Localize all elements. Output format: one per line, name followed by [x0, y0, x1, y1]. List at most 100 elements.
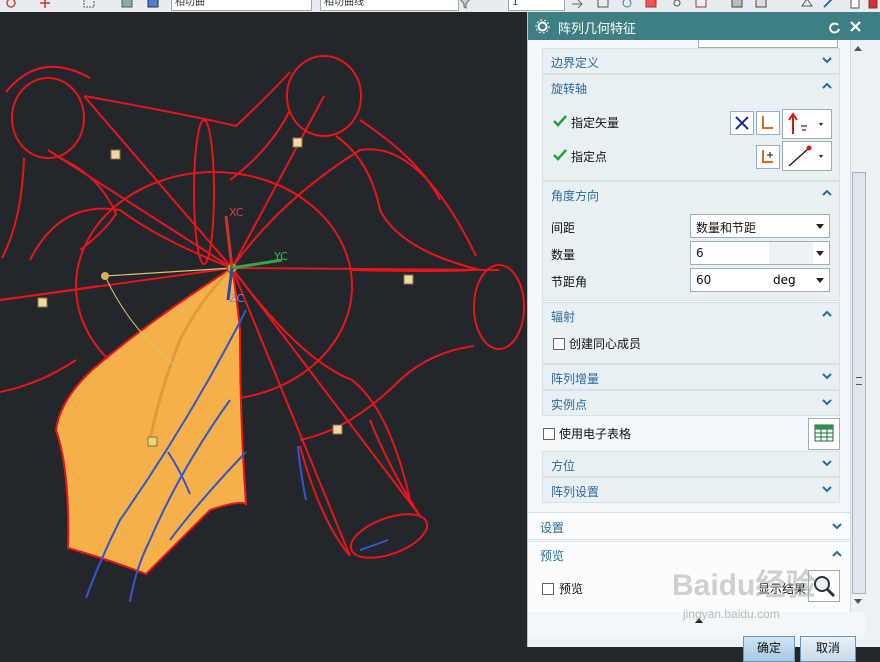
link-icon[interactable]: [670, 0, 684, 9]
spreadsheet-label: 使用电子表格: [559, 427, 632, 441]
top-toolbar: 相切曲 相切曲线 1: [0, 0, 880, 12]
section-label-boundary: 边界定义: [551, 56, 600, 70]
pattern-geometry-dialog: 阵列几何特征 边界定义 旋转轴 指定矢量 指定点 角度方向 间距 数量和节距 数…: [527, 12, 880, 662]
section-label-instance-points: 实例点: [551, 398, 588, 412]
section-label-radiate: 辐射: [551, 310, 576, 324]
spreadsheet-button[interactable]: [808, 418, 840, 450]
scroll-up-icon[interactable]: [853, 44, 863, 52]
chevron-up-icon[interactable]: [821, 308, 833, 320]
instance-points-section[interactable]: 实例点: [542, 390, 840, 416]
instance-marker[interactable]: [37, 297, 48, 308]
orientation-section[interactable]: 方位: [542, 451, 840, 477]
spreadsheet-icon: [814, 424, 834, 442]
close-icon[interactable]: [849, 20, 862, 33]
instance-marker[interactable]: [110, 149, 121, 160]
point-dialog-icon: [762, 150, 773, 163]
gear-icon: [535, 19, 550, 34]
table-icon[interactable]: [694, 0, 708, 9]
reset-icon[interactable]: [828, 21, 841, 34]
preview-checkbox[interactable]: [542, 583, 554, 595]
reverse-direction-button[interactable]: [730, 111, 754, 135]
solid-cube-icon[interactable]: [146, 0, 160, 9]
doc-icon[interactable]: [848, 0, 862, 9]
select-icon[interactable]: [596, 0, 610, 9]
spreadsheet-checkbox[interactable]: [543, 428, 555, 440]
instance-marker[interactable]: [292, 137, 303, 148]
specify-vector-label: 指定矢量: [571, 116, 620, 130]
export-icon[interactable]: [866, 0, 880, 9]
pitch-angle-label: 节距角: [551, 275, 588, 289]
cancel-button[interactable]: 取消: [800, 636, 856, 662]
watermark-url: jingyan.baidu.com: [683, 607, 780, 621]
grid-icon[interactable]: [82, 0, 96, 9]
point-line-icon: [788, 145, 823, 167]
instance-marker[interactable]: [147, 436, 158, 447]
rotation-axis-section: 旋转轴 指定矢量 指定点: [542, 74, 840, 181]
section-label-array-settings: 阵列设置: [551, 485, 600, 499]
model-canvas[interactable]: XC YC ZC: [0, 12, 527, 647]
array-settings-section[interactable]: 阵列设置: [542, 477, 840, 503]
box-icon[interactable]: [730, 0, 744, 9]
arrow-icon[interactable]: [570, 0, 584, 9]
chevron-down-icon[interactable]: [821, 457, 833, 469]
spacing-label: 间距: [551, 221, 576, 235]
spacing-value: 数量和节距: [696, 221, 757, 235]
blade-face[interactable]: [54, 266, 248, 576]
scroll-thumb[interactable]: [852, 172, 866, 594]
filter-icon[interactable]: [458, 0, 472, 9]
vector-type-dropdown[interactable]: [782, 109, 832, 139]
section-label-rotation-axis: 旋转轴: [551, 82, 588, 96]
settings-section[interactable]: 设置: [528, 512, 865, 540]
chevron-down-icon[interactable]: [821, 396, 833, 408]
dialog-scrollbar[interactable]: [850, 40, 866, 612]
section-label-settings: 设置: [540, 521, 565, 535]
count-dropdown[interactable]: 1: [508, 0, 565, 11]
point-type-dropdown[interactable]: [782, 141, 832, 171]
spacing-select[interactable]: 数量和节距: [690, 214, 830, 238]
graphics-viewport[interactable]: XC YC ZC: [0, 12, 527, 647]
ok-button[interactable]: 确定: [743, 636, 795, 662]
chevron-up-icon[interactable]: [821, 80, 833, 92]
curve-type-value: 相切曲线: [324, 0, 364, 8]
chevron-down-icon[interactable]: [831, 520, 843, 532]
section-label-angle-direction: 角度方向: [551, 189, 600, 203]
chevron-down-icon: [816, 251, 824, 256]
curve-type-dropdown[interactable]: 相切曲线: [320, 0, 459, 11]
watermark-brand: Baidu经验: [672, 569, 816, 602]
chevron-down-icon[interactable]: [821, 483, 833, 495]
vector-arrow-icon: [788, 112, 823, 134]
dialog-body: 边界定义 旋转轴 指定矢量 指定点 角度方向 间距 数量和节距 数量 6 节距角…: [528, 40, 865, 637]
pen-icon[interactable]: [822, 0, 836, 9]
snap-icon[interactable]: [4, 0, 18, 9]
boundary-section[interactable]: 边界定义: [542, 48, 840, 74]
concentric-checkbox[interactable]: [553, 338, 565, 350]
layer-icon[interactable]: [800, 0, 814, 9]
shape-icon[interactable]: [754, 0, 768, 9]
chevron-up-icon[interactable]: [821, 187, 833, 199]
vector-dialog-button[interactable]: [756, 111, 780, 135]
partial-field[interactable]: [698, 40, 838, 48]
chevron-up-icon[interactable]: [831, 548, 843, 560]
curve-rule-dropdown[interactable]: 相切曲: [171, 0, 312, 11]
rotate-icon[interactable]: [620, 0, 634, 9]
start-point-handle[interactable]: [101, 272, 109, 280]
array-increment-section[interactable]: 阵列增量: [542, 364, 840, 390]
point-icon[interactable]: [38, 0, 52, 9]
section-label-orientation: 方位: [551, 459, 576, 473]
point-dialog-button[interactable]: [756, 145, 780, 169]
check-icon: [553, 149, 567, 161]
instance-marker[interactable]: [332, 424, 343, 435]
cube-icon[interactable]: [120, 0, 134, 9]
curve-rule-value: 相切曲: [175, 0, 205, 8]
zc-label: ZC: [229, 292, 245, 305]
count-input[interactable]: 6: [690, 241, 830, 265]
chevron-down-icon[interactable]: [821, 370, 833, 382]
view-icon[interactable]: [644, 0, 658, 9]
pitch-angle-input[interactable]: 60 deg: [690, 268, 830, 292]
instance-marker[interactable]: [403, 274, 414, 285]
chevron-down-icon[interactable]: [821, 54, 833, 66]
chevron-down-icon: [816, 278, 824, 283]
reverse-direction-icon: [735, 116, 749, 130]
scroll-down-icon[interactable]: [853, 598, 863, 606]
pitch-unit: deg: [773, 273, 796, 287]
